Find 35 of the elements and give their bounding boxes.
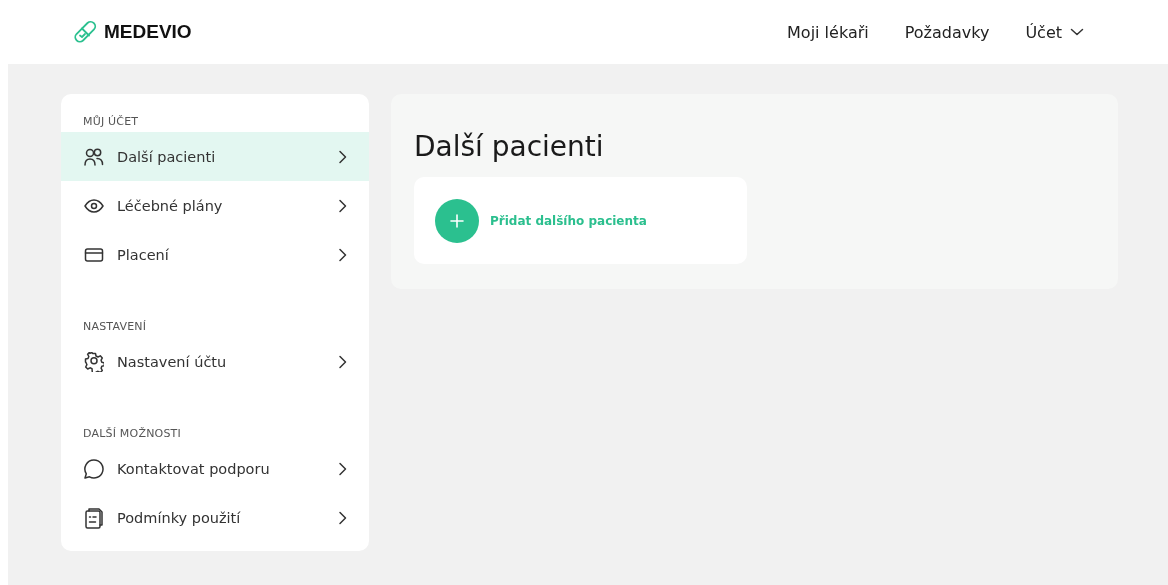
sidebar-item[interactable]: Podmínky použití: [61, 493, 369, 542]
caret-icon: [1070, 28, 1084, 36]
item-label: Kontaktovat podporu: [117, 460, 271, 477]
section-title: MŮJ ÚČET: [82, 114, 140, 130]
item-label: Podmínky použití: [117, 509, 242, 526]
page-title: Další pacienti: [414, 130, 605, 163]
nav-link[interactable]: Požadavky: [904, 22, 990, 42]
item-label: Další pacienti: [117, 148, 217, 165]
chevron-icon: [338, 247, 347, 262]
chevron-icon: [338, 510, 347, 525]
chat-icon: [83, 457, 105, 480]
card-icon: [84, 246, 104, 263]
item-label: Placení: [117, 246, 170, 263]
plus-icon: [435, 198, 479, 243]
account-menu[interactable]: Účet: [1025, 22, 1084, 42]
sidebar-item[interactable]: Další pacienti: [61, 132, 369, 181]
logo-text[interactable]: MEDEVIO: [104, 21, 192, 43]
chevron-icon: [338, 149, 347, 164]
settings-icon: [84, 351, 104, 372]
chevron-icon: [338, 354, 347, 369]
chevron-icon: [338, 461, 347, 476]
item-label: Nastavení účtu: [117, 353, 228, 370]
section-title: DALŠÍ MOŽNOSTI: [82, 426, 182, 442]
item-label: Léčebné plány: [117, 197, 224, 214]
sidebar-item[interactable]: Placení: [61, 230, 369, 279]
section-title: NASTAVENÍ: [82, 319, 148, 335]
logo-icon: [74, 20, 98, 44]
chevron-icon: [338, 198, 347, 213]
sidebar-item[interactable]: Kontaktovat podporu: [61, 444, 369, 493]
nav-link[interactable]: Moji lékaři: [787, 22, 869, 42]
sidebar-item[interactable]: Léčebné plány: [61, 181, 369, 230]
document-icon: [84, 506, 104, 529]
sidebar-item[interactable]: Nastavení účtu: [61, 337, 369, 386]
people-icon: [84, 147, 104, 166]
eye-icon: [84, 198, 104, 213]
